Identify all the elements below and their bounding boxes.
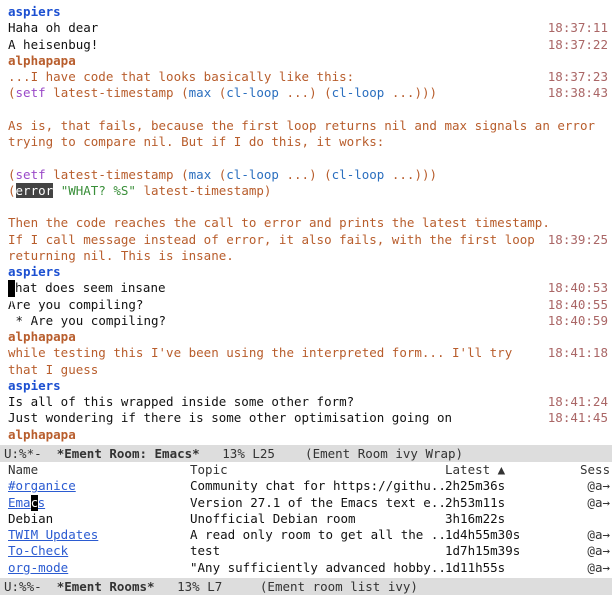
- chat-message: As is, that fails, because the first loo…: [8, 118, 603, 149]
- table-row[interactable]: #organiceCommunity chat for https://gith…: [0, 478, 612, 494]
- table-row[interactable]: To-Checktest1d7h15m39s@a→: [0, 543, 612, 559]
- table-row[interactable]: Ema sVersion 27.1 of the Emacs text e...…: [0, 495, 612, 511]
- room-latest: 2h25m36s: [445, 478, 580, 494]
- chat-message: while testing this I've been using the i…: [8, 345, 520, 376]
- timestamp: 18:38:43: [548, 85, 610, 101]
- col-header-topic: Topic: [190, 462, 445, 478]
- chat-message: Then the code reaches the call to error …: [8, 215, 550, 230]
- room-name[interactable]: Debian: [8, 511, 190, 527]
- room-topic: A read only room to get all the ...: [190, 527, 445, 543]
- room-latest: 1d11h55s: [445, 560, 580, 576]
- timestamp: [608, 150, 610, 166]
- timestamp: 18:40:59: [548, 313, 610, 329]
- room-session: @a→: [580, 495, 610, 511]
- timestamp: 18:41:18: [548, 345, 610, 378]
- rooms-buffer[interactable]: Name Topic Latest ▲ Sess #organiceCommun…: [0, 462, 612, 578]
- timestamp: [608, 102, 610, 118]
- minibuffer: [0, 595, 612, 600]
- col-header-latest[interactable]: Latest ▲: [445, 462, 580, 478]
- room-name[interactable]: #organice: [8, 478, 190, 494]
- cursor: [8, 280, 15, 296]
- col-header-name: Name: [8, 462, 190, 478]
- room-latest: 2d3h52m31s: [445, 576, 580, 578]
- room-name[interactable]: org-mode: [8, 560, 190, 576]
- timestamp: 18:37:11: [548, 20, 610, 36]
- timestamp: [608, 183, 610, 199]
- room-topic: Version 27.1 of the Emacs text e...: [190, 495, 445, 511]
- timestamp: 18:41:45: [548, 410, 610, 426]
- room-name[interactable]: To-Check: [8, 543, 190, 559]
- timestamp: [608, 215, 610, 231]
- chat-message: If I call message instead of error, it a…: [8, 232, 542, 263]
- chat-message: Are you compiling?: [8, 297, 143, 312]
- room-name[interactable]: Ema s: [8, 495, 190, 511]
- timestamp: 18:37:23: [548, 69, 610, 85]
- timestamp: 18:42:21: [548, 443, 610, 445]
- room-latest: 3h16m22s: [445, 511, 580, 527]
- table-row[interactable]: !xbfPHSTwPySgaIeJnz:ma... 2d3h52m31s@a→: [0, 576, 612, 578]
- room-session: @a→: [580, 478, 610, 494]
- table-row[interactable]: TWIM UpdatesA read only room to get all …: [0, 527, 612, 543]
- room-topic: test: [190, 543, 445, 559]
- timestamp: 18:40:53: [548, 280, 610, 296]
- room-latest: 1d7h15m39s: [445, 543, 580, 559]
- timestamp: 18:40:55: [548, 297, 610, 313]
- nick-alphapapa[interactable]: alphapapa: [8, 427, 76, 442]
- col-header-sess: Sess: [580, 462, 610, 478]
- chat-message: Haha oh dear: [8, 20, 98, 35]
- room-name[interactable]: TWIM Updates: [8, 527, 190, 543]
- timestamp: [608, 167, 610, 183]
- chat-message: Is all of this wrapped inside some other…: [8, 394, 354, 409]
- room-topic: "Any sufficiently advanced hobby...: [190, 560, 445, 576]
- chat-buffer[interactable]: aspiersHaha oh dear18:37:11A heisenbug!1…: [0, 0, 612, 445]
- chat-message: A heisenbug!: [8, 37, 98, 52]
- room-topic: Unofficial Debian room: [190, 511, 445, 527]
- chat-message: * Are you compiling?: [8, 313, 166, 328]
- nick-aspiers[interactable]: aspiers: [8, 378, 61, 393]
- timestamp: [608, 118, 610, 151]
- chat-message: byte-compiling seems to have made no dif…: [8, 443, 542, 445]
- room-session: @a→: [580, 543, 610, 559]
- modeline-rooms: U:%%- *Ement Rooms* 13% L7 (Ement room l…: [0, 578, 612, 595]
- table-row[interactable]: DebianUnofficial Debian room3h16m22s: [0, 511, 612, 527]
- nick-aspiers[interactable]: aspiers: [8, 4, 61, 19]
- modeline-chat: U:%*- *Ement Room: Emacs* 13% L25 (Ement…: [0, 445, 612, 462]
- table-row[interactable]: org-mode"Any sufficiently advanced hobby…: [0, 560, 612, 576]
- room-name[interactable]: !xbfPHSTwPySgaIeJnz:ma...: [8, 576, 190, 578]
- room-session: @a→: [580, 576, 610, 578]
- rooms-header: Name Topic Latest ▲ Sess: [0, 462, 612, 478]
- timestamp: [608, 199, 610, 215]
- timestamp: 18:41:24: [548, 394, 610, 410]
- timestamp: 18:39:25: [548, 232, 610, 265]
- room-topic: Community chat for https://githu...: [190, 478, 445, 494]
- timestamp: 18:37:22: [548, 37, 610, 53]
- nick-aspiers[interactable]: aspiers: [8, 264, 61, 279]
- room-topic: [190, 576, 445, 578]
- room-latest: 1d4h55m30s: [445, 527, 580, 543]
- room-session: @a→: [580, 527, 610, 543]
- nick-alphapapa[interactable]: alphapapa: [8, 53, 76, 68]
- nick-alphapapa[interactable]: alphapapa: [8, 329, 76, 344]
- chat-message: ...I have code that looks basically like…: [8, 69, 354, 84]
- room-latest: 2h53m11s: [445, 495, 580, 511]
- room-session: [580, 511, 610, 527]
- room-session: @a→: [580, 560, 610, 576]
- chat-message: Just wondering if there is some other op…: [8, 410, 452, 425]
